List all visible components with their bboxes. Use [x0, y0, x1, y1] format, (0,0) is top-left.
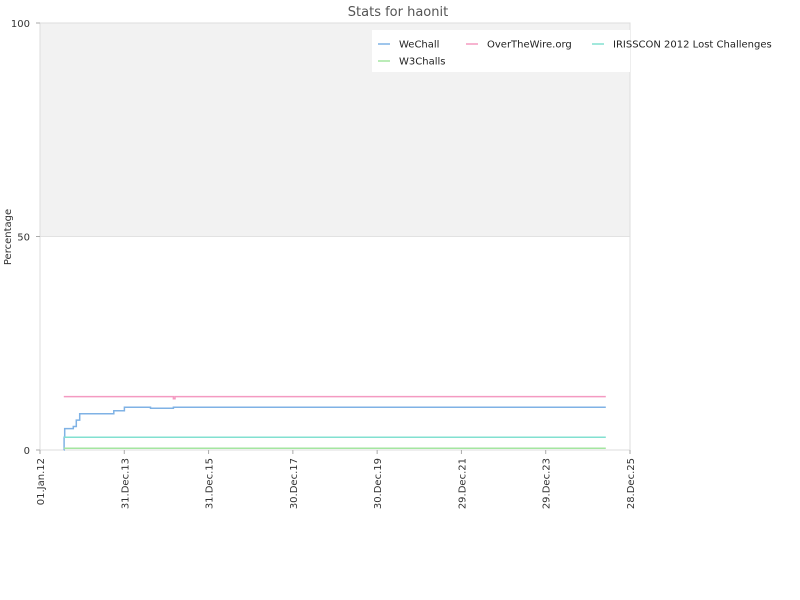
x-tick-label: 31.Dec.13	[120, 458, 131, 509]
legend: WeChall OverTheWire.org IRISSCON 2012 Lost…	[372, 30, 772, 72]
x-tick-label: 31.Dec.15	[205, 458, 216, 509]
x-tick-label: 30.Dec.17	[289, 458, 300, 509]
x-tick-label: 28.Dec.25	[626, 458, 637, 509]
legend-label: W3Challs	[399, 57, 445, 68]
chart-title: Stats for haonit	[348, 5, 448, 20]
x-tick-label: 01.Jan.12	[36, 458, 47, 505]
y-tick-label: 100	[11, 19, 30, 30]
legend-label: OverTheWire.org	[487, 40, 572, 51]
legend-label: IRISSCON 2012 Lost Challenges	[613, 40, 772, 51]
x-tick-label: 29.Dec.23	[542, 458, 553, 509]
x-tick-label: 30.Dec.19	[373, 458, 384, 509]
legend-label: WeChall	[399, 40, 439, 51]
y-axis-ticks: 0 50 100	[11, 19, 40, 457]
x-tick-label: 29.Dec.21	[457, 458, 468, 509]
y-tick-label: 50	[17, 233, 30, 244]
y-tick-label: 0	[24, 446, 30, 457]
stats-chart: Stats for haonit Percentage 0 50 100 01.Ja…	[3, 5, 772, 509]
y-axis-label: Percentage	[3, 209, 14, 265]
x-axis-ticks: 01.Jan.12 31.Dec.13 31.Dec.15 30.Dec.17 30.D…	[36, 450, 637, 509]
